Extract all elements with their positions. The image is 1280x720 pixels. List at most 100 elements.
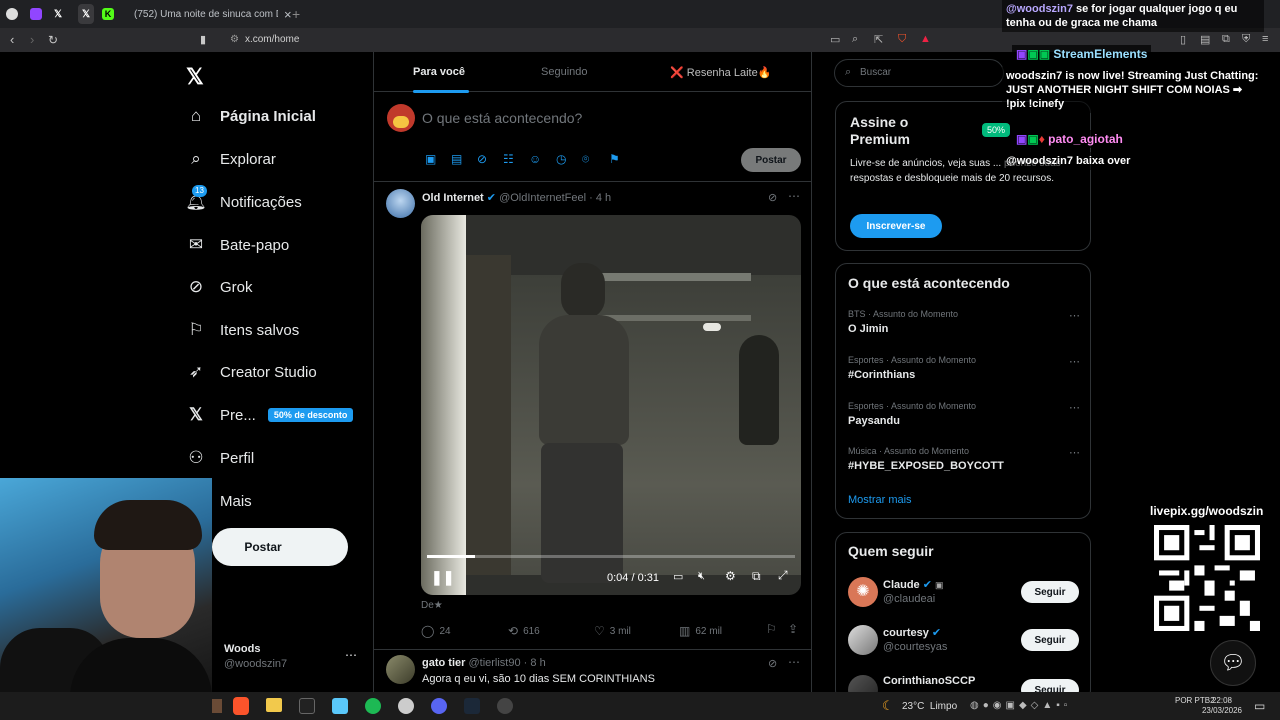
location-icon[interactable]: ⌾ <box>582 152 589 167</box>
nav-home[interactable]: ⌂ Página Inicial <box>186 106 316 126</box>
nav-chat[interactable]: ✉ Bate-papo <box>186 235 289 255</box>
browser-tab-3[interactable]: 𝕏 <box>54 4 62 24</box>
tweet-handle[interactable]: @tierlist90 <box>468 657 520 669</box>
weather-text[interactable]: 23°C Limpo <box>902 701 957 712</box>
tweet-avatar[interactable] <box>386 655 415 684</box>
flag-icon[interactable]: ⚑ <box>609 152 620 166</box>
wallet-icon[interactable]: ▤ <box>1200 33 1210 46</box>
sidebar-icon[interactable]: ▯ <box>1180 33 1186 46</box>
claude-avatar[interactable]: ✺ <box>848 577 878 607</box>
grok-compose-icon[interactable]: ⊘ <box>477 152 487 166</box>
tweet-time[interactable]: · 4 h <box>589 192 611 204</box>
back-button[interactable]: ‹ <box>10 32 14 48</box>
trend-more-icon[interactable]: ⋯ <box>1069 309 1080 322</box>
bookmark-icon[interactable]: ▮ <box>200 32 206 48</box>
tweet-handle[interactable]: @OldInternetFeel <box>499 192 586 204</box>
tweet-time[interactable]: · 8 h <box>524 657 546 669</box>
account-more-icon[interactable]: ⋯ <box>345 648 357 662</box>
tweet-more-icon[interactable]: ⋯ <box>788 655 800 669</box>
vpn-icon[interactable]: ⛨ <box>1242 33 1250 46</box>
browser-tab-2[interactable] <box>30 4 42 24</box>
tab-following[interactable]: Seguindo <box>541 66 588 78</box>
obs-icon[interactable] <box>398 698 414 714</box>
notification-center-icon[interactable]: ▭ <box>1254 699 1265 713</box>
nav-premium[interactable]: 𝕏 Pre... 50% de desconto <box>186 405 354 425</box>
browser-tab-1[interactable] <box>6 4 18 24</box>
grok-explain-icon[interactable]: ⊘ <box>768 191 777 204</box>
trend-more-icon[interactable]: ⋯ <box>1069 401 1080 414</box>
retweet-button[interactable]: ⟲ 616 <box>508 624 540 638</box>
tweet-author[interactable]: Old Internet <box>422 192 484 204</box>
bookmark-icon[interactable]: ⚐ <box>766 622 777 636</box>
settings-icon[interactable]: ⚙ <box>725 569 736 583</box>
x-logo-icon[interactable]: 𝕏 <box>186 64 204 90</box>
taskbar-app-icon[interactable] <box>212 699 222 713</box>
tray-icons[interactable]: ◍●◉▣◆◇▲▪▫ <box>970 700 1071 711</box>
tab-for-you[interactable]: Para você <box>413 66 465 78</box>
trend-item[interactable]: Esportes · Assunto do Momento Paysandu ⋯ <box>848 401 1080 427</box>
spotify-icon[interactable] <box>365 698 381 714</box>
file-explorer-icon[interactable] <box>266 698 282 712</box>
share-icon[interactable]: ⇱ <box>874 33 883 46</box>
poll-icon[interactable]: ☷ <box>503 152 514 166</box>
new-tab-button[interactable]: + <box>292 4 300 24</box>
pause-icon[interactable]: ❚❚ <box>431 569 454 586</box>
tweet-more-icon[interactable]: ⋯ <box>788 189 800 203</box>
mute-icon[interactable]: 🔇︎ <box>698 570 705 583</box>
browser-tab-youtube[interactable]: (752) Uma noite de sinuca com Dany <box>128 4 278 24</box>
trend-item[interactable]: BTS · Assunto do Momento O Jimin ⋯ <box>848 309 1080 335</box>
schedule-icon[interactable]: ◷ <box>556 152 566 166</box>
extensions-icon[interactable]: ⧉ <box>1222 33 1230 46</box>
follow-user[interactable]: Claude ✔ ▣ @claudeai <box>883 578 944 605</box>
fullscreen-icon[interactable]: ⤢ <box>778 568 788 583</box>
pip-icon[interactable]: ⧉ <box>752 569 761 584</box>
post-button[interactable]: Postar <box>212 528 348 566</box>
browser-tab-4[interactable]: 𝕏 <box>78 4 95 24</box>
captions-icon[interactable]: ▭ <box>673 570 683 583</box>
menu-icon[interactable]: ≡ <box>1262 33 1268 45</box>
nav-explore[interactable]: ⌕ Explorar <box>186 149 276 169</box>
share-icon[interactable]: ⇪ <box>788 622 798 636</box>
gif-icon[interactable]: ▤ <box>451 152 462 166</box>
video-progress-track[interactable] <box>427 555 795 558</box>
tweet-video[interactable]: ❚❚ 0:04 / 0:31 ▭ 🔇︎ ⚙ ⧉ ⤢ <box>421 215 801 595</box>
nav-profile[interactable]: ⚇ Perfil <box>186 448 254 468</box>
nav-bookmarks[interactable]: ⚐ Itens salvos <box>186 320 299 340</box>
tab-resenha[interactable]: ❌ Resenha Laite🔥 <box>670 66 771 79</box>
follow-name[interactable]: CorinthianoSCCP <box>883 675 975 687</box>
brave-icon[interactable] <box>233 697 249 715</box>
reply-button[interactable]: ◯ 24 <box>421 624 451 638</box>
cast-icon[interactable]: ▭ <box>830 33 840 46</box>
brave-shield-icon[interactable]: ⛉ <box>898 33 906 46</box>
brave-rewards-icon[interactable]: ▲ <box>920 33 931 45</box>
views-button[interactable]: ▥ 62 mil <box>679 624 722 638</box>
account-switcher[interactable]: Woods @woodszin7 <box>224 643 287 670</box>
image-icon[interactable]: ▣ <box>425 152 436 166</box>
trend-more-icon[interactable]: ⋯ <box>1069 446 1080 459</box>
trend-more-icon[interactable]: ⋯ <box>1069 355 1080 368</box>
like-button[interactable]: ♡ 3 mil <box>594 624 631 638</box>
nav-creator-studio[interactable]: ➶ Creator Studio <box>186 362 317 382</box>
grok-explain-icon[interactable]: ⊘ <box>768 657 777 670</box>
nav-grok[interactable]: ⊘ Grok <box>186 277 253 297</box>
search-box[interactable]: ⌕ Buscar <box>834 59 1004 87</box>
tab-close-icon[interactable]: × <box>284 4 292 24</box>
follow-user[interactable]: courtesy ✔ @courtesyas <box>883 626 947 653</box>
tweet-author[interactable]: gato tier <box>422 657 465 669</box>
trend-item[interactable]: Música · Assunto do Momento #HYBE_EXPOSE… <box>848 446 1080 472</box>
composer-post-button[interactable]: Postar <box>741 148 801 172</box>
discord-icon[interactable] <box>431 698 447 714</box>
subscribe-button[interactable]: Inscrever-se <box>850 214 942 238</box>
nav-notifications[interactable]: 🔔︎ 13 Notificações <box>185 185 302 212</box>
capcut-icon[interactable] <box>299 698 315 714</box>
forward-button[interactable]: › <box>30 32 34 48</box>
follow-button[interactable]: Seguir <box>1021 581 1079 603</box>
app-icon[interactable] <box>497 698 513 714</box>
zoom-icon[interactable]: ⌕ <box>852 33 858 46</box>
browser-tab-5[interactable]: K <box>102 4 114 24</box>
reload-button[interactable]: ↻ <box>48 32 58 48</box>
steam-icon[interactable] <box>464 698 480 714</box>
follow-button[interactable]: Seguir <box>1021 629 1079 651</box>
chat-bubble-icon[interactable]: 💬︎ <box>1210 640 1256 686</box>
clock[interactable]: 22:08 23/03/2026 <box>1198 696 1246 716</box>
